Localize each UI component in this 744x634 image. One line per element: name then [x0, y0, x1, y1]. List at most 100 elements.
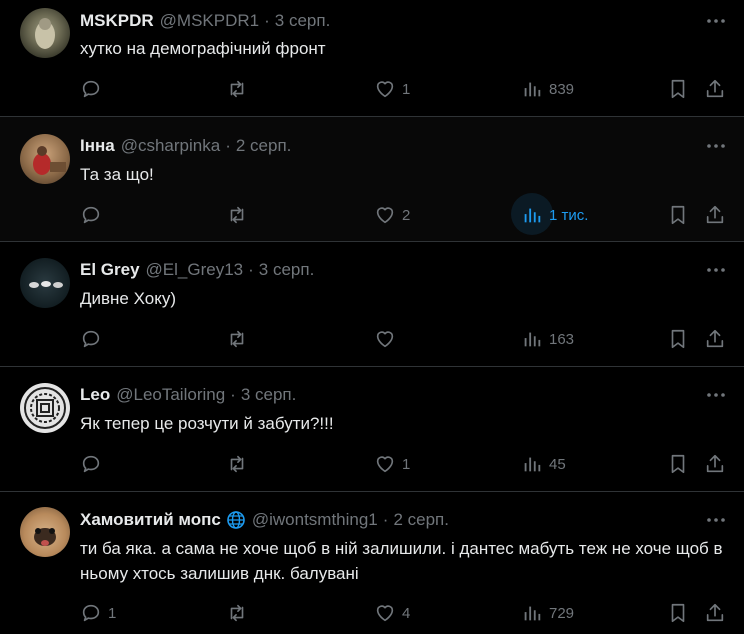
views-button[interactable]: 729 — [521, 599, 574, 627]
bookmark-button[interactable] — [667, 75, 689, 103]
bookmark-button[interactable] — [667, 599, 689, 627]
share-icon — [706, 329, 724, 348]
reply-button[interactable] — [80, 75, 108, 103]
more-icon[interactable] — [706, 11, 726, 31]
retweet-icon — [230, 455, 244, 473]
views-count: 45 — [549, 455, 566, 473]
more-icon[interactable] — [706, 385, 726, 405]
author-handle[interactable]: @El_Grey13 — [146, 260, 244, 280]
like-count: 1 — [402, 455, 411, 473]
share-button[interactable] — [704, 599, 726, 627]
tweet-actions: 1 45 — [80, 450, 730, 478]
like-button[interactable]: 1 — [374, 450, 410, 478]
views-button[interactable]: 163 — [521, 325, 574, 353]
views-count: 839 — [549, 80, 575, 98]
retweet-button[interactable] — [226, 75, 254, 103]
separator-dot: · — [225, 136, 231, 155]
bookmark-button[interactable] — [667, 325, 689, 353]
like-button[interactable]: 1 — [374, 75, 410, 103]
share-button[interactable] — [704, 450, 726, 478]
retweet-icon — [230, 604, 244, 622]
tweet-card[interactable]: Хамовитий мопс @iwontsmthing1 · 2 серп. … — [0, 492, 744, 634]
retweet-button[interactable] — [226, 325, 254, 353]
share-icon — [706, 603, 724, 622]
more-icon[interactable] — [706, 136, 726, 156]
like-icon — [376, 331, 394, 348]
bookmark-icon — [671, 329, 685, 349]
tweet-card[interactable]: Leo @LeoTailoring · 3 серп. Як тепер це … — [0, 367, 744, 492]
tweet-date[interactable]: 2 серп. — [236, 136, 292, 156]
retweet-button[interactable] — [226, 450, 254, 478]
reply-icon — [82, 455, 100, 473]
reply-button[interactable] — [80, 450, 108, 478]
like-count: 1 — [402, 80, 411, 98]
share-button[interactable] — [704, 201, 726, 229]
views-icon — [524, 82, 541, 97]
tweet-actions: 1 839 — [80, 75, 730, 103]
author-handle[interactable]: @iwontsmthing1 — [252, 510, 378, 530]
avatar[interactable] — [20, 507, 70, 557]
tweet-card[interactable]: MSKPDR @MSKPDR1 · 3 серп. хутко на демог… — [0, 0, 744, 117]
views-count: 1 тис. — [549, 206, 589, 224]
avatar[interactable] — [20, 134, 70, 184]
like-button[interactable] — [374, 325, 402, 353]
separator-dot: · — [248, 260, 254, 279]
separator-dot: · — [382, 510, 389, 529]
separator-dot: · — [264, 11, 270, 30]
views-button[interactable]: 1 тис. — [511, 193, 589, 235]
share-button[interactable] — [704, 325, 726, 353]
author-name[interactable]: Інна — [80, 136, 115, 156]
tweet-actions: 2 1 тис. — [80, 193, 730, 235]
more-icon[interactable] — [706, 260, 726, 280]
globe-verified-icon — [226, 510, 246, 530]
avatar[interactable] — [20, 8, 70, 58]
like-button[interactable]: 2 — [374, 201, 410, 229]
bookmark-icon — [671, 205, 685, 225]
share-button[interactable] — [704, 75, 726, 103]
views-icon — [524, 606, 541, 621]
bookmark-button[interactable] — [667, 201, 689, 229]
tweet-date[interactable]: 3 серп. — [275, 11, 331, 31]
tweet-date[interactable]: 3 серп. — [241, 385, 297, 405]
author-name[interactable]: Leo — [80, 385, 110, 405]
retweet-button[interactable] — [226, 201, 254, 229]
views-count: 729 — [549, 604, 575, 622]
tweet-date[interactable]: 2 серп. — [393, 510, 449, 530]
avatar[interactable] — [20, 258, 70, 308]
reply-button[interactable] — [80, 201, 108, 229]
bookmark-icon — [671, 603, 685, 623]
bookmark-button[interactable] — [667, 450, 689, 478]
author-handle[interactable]: @LeoTailoring — [116, 385, 225, 405]
reply-button[interactable] — [80, 325, 108, 353]
author-name[interactable]: Хамовитий мопс — [80, 510, 221, 530]
like-icon — [376, 456, 394, 473]
tweet-actions: 1 4 729 — [80, 599, 730, 627]
views-icon — [524, 457, 541, 472]
like-icon — [376, 207, 394, 224]
tweet-text: Та за що! — [80, 165, 154, 184]
like-icon — [376, 605, 394, 622]
bookmark-icon — [671, 79, 685, 99]
retweet-icon — [230, 330, 244, 348]
more-icon[interactable] — [706, 510, 726, 530]
author-handle[interactable]: @csharpinka — [121, 136, 220, 156]
tweet-text: хутко на демографічний фронт — [80, 39, 326, 58]
tweet-date[interactable]: 3 серп. — [259, 260, 315, 280]
reply-icon — [82, 80, 100, 98]
reply-button[interactable]: 1 — [80, 599, 116, 627]
tweet-card[interactable]: El Grey @El_Grey13 · 3 серп. Дивне Хоку)… — [0, 242, 744, 367]
like-count: 4 — [402, 604, 411, 622]
separator-dot: · — [230, 385, 236, 404]
retweet-icon — [230, 206, 244, 224]
views-button[interactable]: 45 — [521, 450, 566, 478]
author-name[interactable]: El Grey — [80, 260, 140, 280]
author-name[interactable]: MSKPDR — [80, 11, 154, 31]
share-icon — [706, 205, 724, 224]
like-icon — [376, 81, 394, 98]
author-handle[interactable]: @MSKPDR1 — [160, 11, 259, 31]
views-button[interactable]: 839 — [521, 75, 574, 103]
like-button[interactable]: 4 — [374, 599, 410, 627]
retweet-button[interactable] — [226, 599, 254, 627]
avatar[interactable] — [20, 383, 70, 433]
tweet-card[interactable]: Інна @csharpinka · 2 серп. Та за що! 2 1… — [0, 117, 744, 242]
